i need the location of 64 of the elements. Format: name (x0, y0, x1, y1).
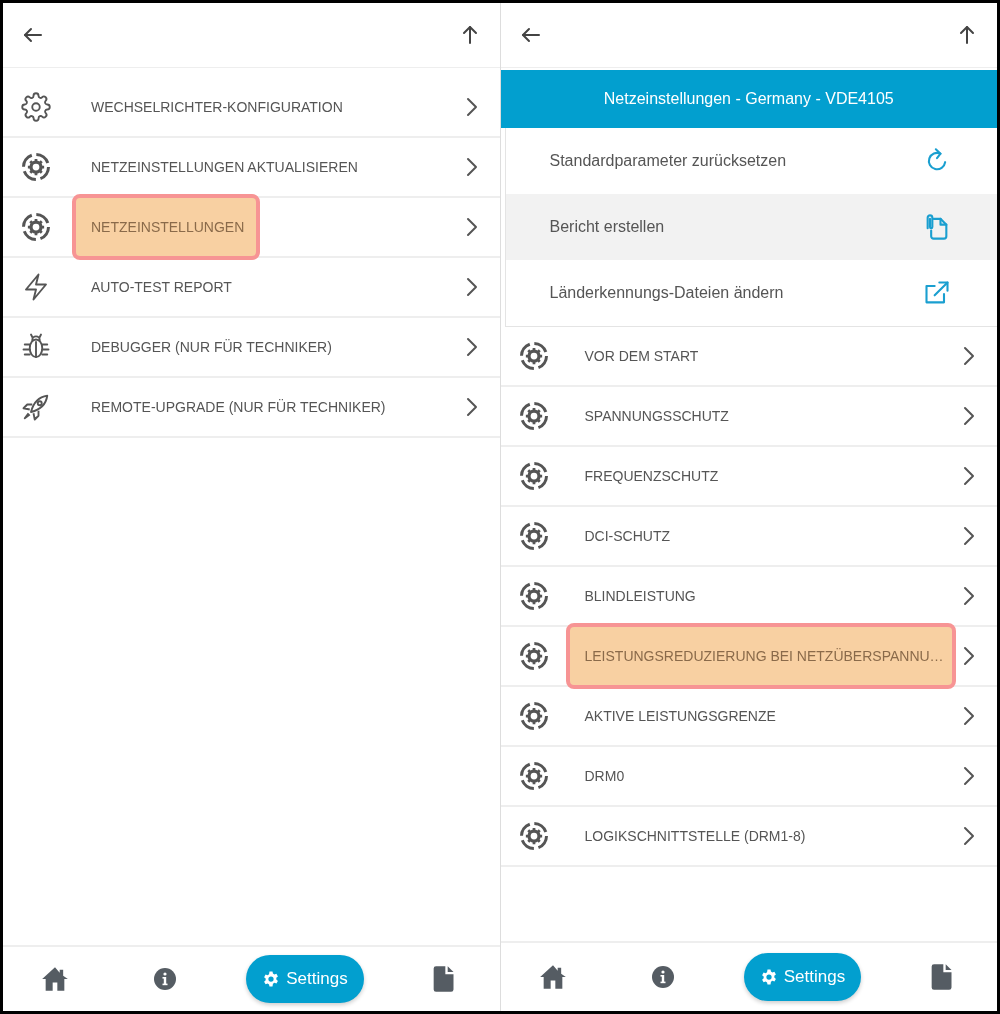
home-icon[interactable] (41, 965, 69, 993)
chevron-icon (465, 337, 478, 357)
list-item[interactable]: AKTIVE LEISTUNGSGRENZE (500, 687, 997, 747)
list-item[interactable]: AUTO-TEST REPORT (3, 258, 500, 318)
item-label: FREQUENZSCHUTZ (584, 467, 719, 486)
settings-icon (759, 968, 778, 986)
item-label: AKTIVE LEISTUNGSGRENZE (584, 707, 776, 726)
chevron-icon (963, 586, 975, 606)
home-icon[interactable] (538, 963, 567, 991)
list-item[interactable]: WECHSELRICHTER-KONFIGURATION (3, 78, 500, 138)
chevron-icon (465, 397, 478, 417)
item-label: AUTO-TEST REPORT (91, 278, 232, 297)
title-bar: Netzeinstellungen - Germany - VDE4105 (500, 70, 997, 128)
gear-ring-icon (518, 341, 549, 371)
info-icon[interactable] (153, 967, 177, 991)
item-label: NETZEINSTELLUNGEN (72, 194, 261, 260)
chevron-icon (963, 526, 975, 546)
item-label: VOR DEM START (584, 347, 699, 366)
chevron-icon (465, 157, 478, 177)
settings-icon (262, 970, 281, 988)
list-item[interactable]: VOR DEM START (500, 327, 997, 387)
chevron-icon (963, 406, 975, 426)
item-label: REMOTE-UPGRADE (NUR FÜR TECHNIKER) (91, 398, 386, 417)
list-item[interactable]: DRM0 (500, 747, 997, 807)
item-label: SPANNUNGSSCHUTZ (584, 407, 729, 426)
gear-ring-icon (518, 461, 549, 491)
list-item[interactable]: DEBUGGER (NUR FÜR TECHNIKER) (3, 318, 500, 378)
rocket-icon (21, 392, 51, 422)
menu-item[interactable]: Bericht erstellen (505, 194, 997, 260)
item-label: LOGIKSCHNITTSTELLE (DRM1-8) (584, 827, 806, 846)
gear-ring-icon (21, 212, 51, 242)
chevron-icon (465, 97, 478, 117)
item-label: DRM0 (584, 767, 625, 786)
list-item[interactable]: LOGIKSCHNITTSTELLE (DRM1-8) (500, 807, 997, 867)
gear-ring-icon (518, 401, 549, 431)
list-item[interactable]: DCI-SCHUTZ (500, 507, 997, 567)
gear-ring-icon (21, 152, 51, 182)
gear-ring-icon (518, 701, 549, 731)
gear-ring-icon (518, 761, 549, 791)
gear-ring-icon (518, 641, 549, 671)
item-label: WECHSELRICHTER-KONFIGURATION (91, 98, 343, 117)
gear-ring-icon (518, 581, 549, 611)
chevron-icon (465, 277, 478, 297)
chevron-icon (963, 826, 975, 846)
item-label: DEBUGGER (NUR FÜR TECHNIKER) (91, 338, 332, 357)
chevron-icon (963, 346, 975, 366)
item-label: BLINDLEISTUNG (584, 587, 696, 606)
gear-icon (21, 92, 51, 122)
chevron-icon (963, 646, 975, 666)
item-label: LEISTUNGSREDUZIERUNG BEI NETZÜBERSPANNU… (565, 623, 956, 689)
list-item[interactable]: FREQUENZSCHUTZ (500, 447, 997, 507)
list-item[interactable]: SPANNUNGSSCHUTZ (500, 387, 997, 447)
menu-item[interactable]: Länderkennungs-Dateien ändern (505, 260, 997, 326)
chevron-icon (963, 766, 975, 786)
gear-ring-icon (518, 821, 549, 851)
menu-item[interactable]: Standardparameter zurücksetzen (505, 128, 997, 194)
info-icon[interactable] (650, 965, 675, 989)
item-label: DCI-SCHUTZ (584, 527, 671, 546)
list-item[interactable]: REMOTE-UPGRADE (NUR FÜR TECHNIKER) (3, 378, 500, 438)
gear-ring-icon (518, 521, 549, 551)
chevron-icon (963, 706, 975, 726)
chevron-icon (465, 217, 478, 237)
chevron-icon (963, 466, 975, 486)
item-label: NETZEINSTELLUNGEN AKTUALISIEREN (91, 158, 358, 177)
